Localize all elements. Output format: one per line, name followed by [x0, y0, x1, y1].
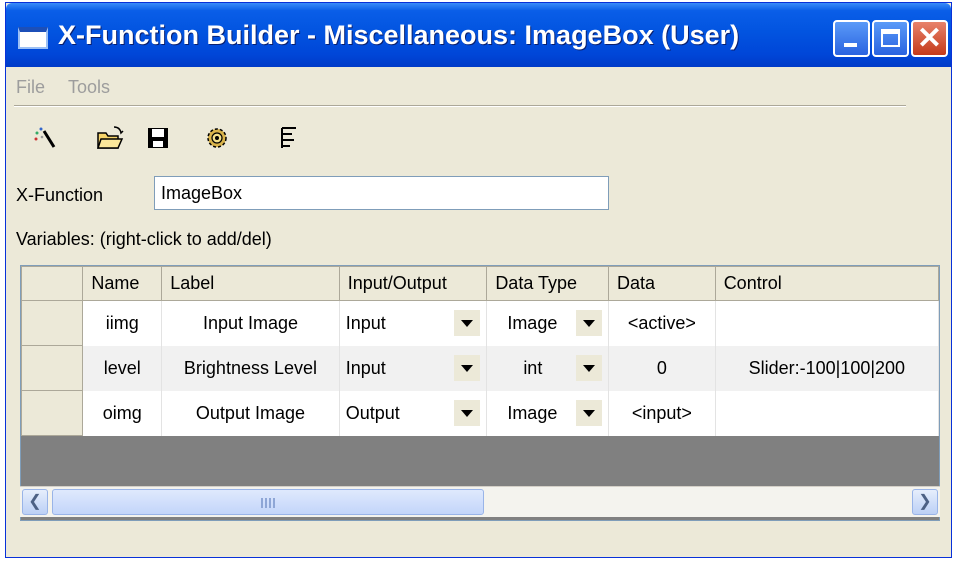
table-row[interactable]: level Brightness Level Input int 0 Slide…: [21, 345, 939, 391]
cell-data[interactable]: <input>: [608, 390, 716, 436]
tree-view-icon: [281, 127, 296, 148]
dropdown-arrow-icon[interactable]: [576, 310, 603, 337]
dropdown-arrow-icon[interactable]: [454, 355, 481, 381]
column-header-label[interactable]: Label: [161, 266, 340, 301]
io-value: Output: [345, 402, 400, 423]
xfunction-builder-window: X-Function Builder - Miscellaneous: Imag…: [5, 2, 952, 558]
datatype-value: Image: [507, 402, 558, 423]
maximize-icon: [881, 29, 900, 47]
table-header-row: Name Label Input/Output Data Type Data C…: [21, 266, 939, 301]
cell-control[interactable]: [715, 300, 939, 346]
row-header[interactable]: [21, 390, 84, 436]
table-row[interactable]: oimg Output Image Output Image <input>: [21, 390, 939, 436]
cell-name[interactable]: level: [82, 345, 163, 391]
cell-io[interactable]: Input: [339, 345, 488, 391]
menu-file[interactable]: File: [16, 77, 45, 98]
close-button[interactable]: ✕: [911, 20, 948, 57]
corner-header: [21, 266, 84, 301]
cell-data[interactable]: 0: [608, 345, 716, 391]
minimize-icon: [844, 43, 857, 47]
cell-control[interactable]: Slider:-100|100|200: [715, 345, 939, 391]
column-header-datatype[interactable]: Data Type: [486, 266, 610, 301]
xfunction-name-field[interactable]: [154, 176, 609, 210]
scroll-left-button[interactable]: ❮: [22, 489, 48, 515]
window-icon: [18, 27, 48, 49]
title-bar[interactable]: X-Function Builder - Miscellaneous: Imag…: [6, 3, 951, 67]
dropdown-arrow-icon[interactable]: [576, 355, 603, 381]
variables-grid[interactable]: Name Label Input/Output Data Type Data C…: [20, 265, 940, 521]
save-disk-icon: [148, 128, 168, 148]
horizontal-scrollbar[interactable]: ❮ ❯: [20, 486, 940, 517]
io-value: Input: [345, 357, 386, 378]
maximize-button[interactable]: [872, 20, 909, 57]
table-row[interactable]: iimg Input Image Input Image <active>: [21, 300, 939, 346]
cell-label[interactable]: Brightness Level: [161, 345, 340, 391]
minimize-button[interactable]: [833, 20, 870, 57]
column-header-io[interactable]: Input/Output: [338, 266, 488, 301]
open-button[interactable]: [95, 123, 125, 153]
menu-bar: File Tools: [6, 67, 951, 105]
open-folder-icon: [96, 126, 124, 149]
window-title: X-Function Builder - Miscellaneous: Imag…: [58, 20, 740, 50]
cell-data[interactable]: <active>: [608, 300, 716, 346]
compile-button[interactable]: [202, 123, 232, 153]
cell-control[interactable]: [715, 390, 939, 436]
row-header[interactable]: [21, 345, 84, 391]
close-icon: ✕: [916, 22, 943, 55]
cell-io[interactable]: Input: [339, 300, 488, 346]
variables-table: Name Label Input/Output Data Type Data C…: [21, 266, 939, 436]
xfunction-label: X-Function: [16, 185, 104, 205]
save-button[interactable]: [143, 123, 173, 153]
datatype-value: Image: [507, 312, 558, 333]
cell-io[interactable]: Output: [339, 390, 488, 436]
menu-separator: [14, 105, 906, 107]
io-value: Input: [345, 312, 386, 333]
row-header[interactable]: [21, 300, 84, 346]
column-header-control[interactable]: Control: [714, 266, 939, 301]
variables-label: Variables: (right-click to add/del): [16, 229, 272, 249]
compile-gear-icon: [207, 128, 227, 148]
cell-datatype[interactable]: int: [486, 345, 610, 391]
cell-datatype[interactable]: Image: [486, 300, 610, 346]
datatype-value: int: [523, 357, 543, 378]
column-header-name[interactable]: Name: [82, 266, 163, 301]
new-wizard-button[interactable]: [30, 123, 60, 153]
dropdown-arrow-icon[interactable]: [454, 310, 481, 337]
cell-name[interactable]: oimg: [82, 390, 163, 436]
menu-tools[interactable]: Tools: [68, 77, 110, 98]
dropdown-arrow-icon[interactable]: [576, 400, 603, 426]
cell-label[interactable]: Input Image: [161, 300, 340, 346]
scroll-right-button[interactable]: ❯: [912, 489, 938, 515]
scroll-thumb[interactable]: [52, 489, 484, 515]
column-header-data[interactable]: Data: [608, 266, 716, 301]
cell-datatype[interactable]: Image: [486, 390, 610, 436]
cell-label[interactable]: Output Image: [161, 390, 340, 436]
dropdown-arrow-icon[interactable]: [454, 400, 481, 426]
new-wizard-icon: [34, 127, 56, 148]
cell-name[interactable]: iimg: [82, 300, 163, 346]
grip-icon: [261, 498, 277, 508]
tree-view-button[interactable]: [274, 123, 304, 153]
